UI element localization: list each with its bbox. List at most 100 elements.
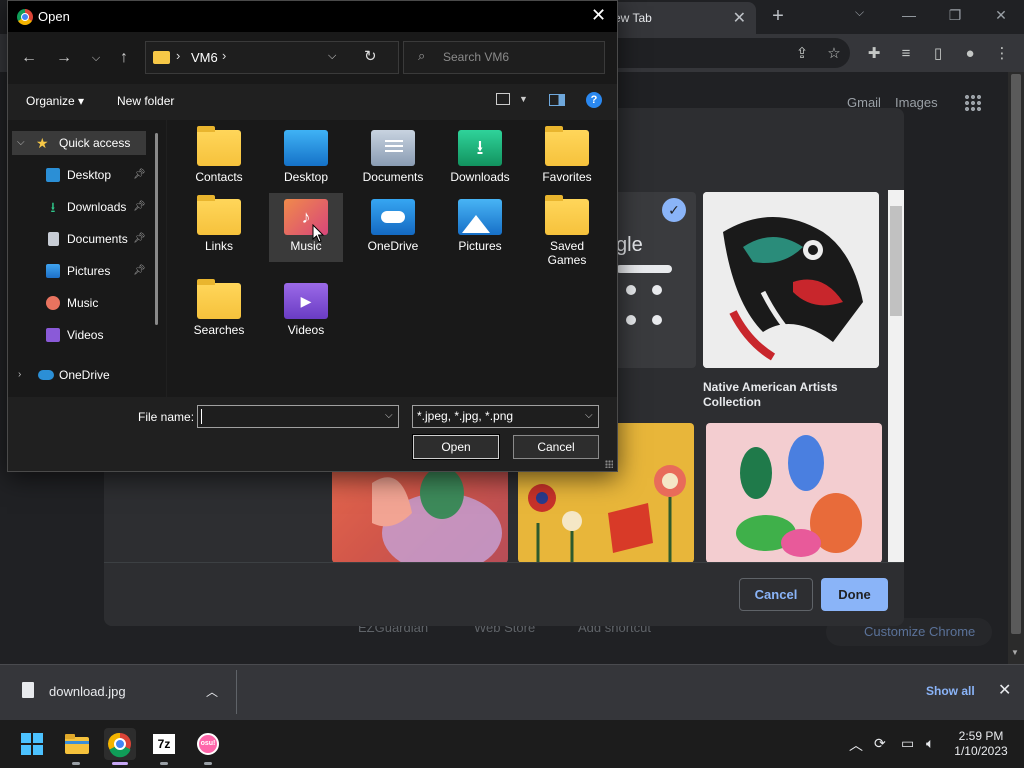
omnibox[interactable]: [600, 38, 850, 68]
apps-grid-icon[interactable]: [964, 94, 982, 112]
organize-menu[interactable]: Organize ▾: [26, 94, 84, 108]
chrome-icon[interactable]: [104, 728, 136, 760]
forward-icon[interactable]: →: [52, 48, 76, 68]
file-name-dropdown-icon[interactable]: ⌵: [385, 410, 393, 421]
side-panel-icon[interactable]: ▯: [928, 44, 948, 64]
up-icon[interactable]: ↑: [112, 48, 136, 68]
folder-icon: [153, 51, 170, 64]
app-indicator: [204, 762, 212, 765]
images-link[interactable]: Images: [895, 95, 938, 110]
sidebar-item-pictures[interactable]: Pictures: [46, 259, 146, 283]
restore-icon[interactable]: ❐: [943, 4, 967, 26]
documents-icon: [48, 232, 59, 246]
sidebar-item-label: Documents: [67, 232, 128, 246]
breadcrumb-separator-icon[interactable]: ›: [176, 48, 180, 63]
extensions-icon[interactable]: ✚: [864, 44, 884, 64]
osu-icon[interactable]: osu!: [192, 728, 224, 760]
scroll-down-icon[interactable]: ▼: [1011, 648, 1019, 657]
file-item-desktop[interactable]: Desktop: [269, 124, 343, 184]
refresh-icon[interactable]: ↻: [364, 47, 377, 65]
close-window-icon[interactable]: ✕: [989, 4, 1013, 26]
search-icon: ⌕: [418, 48, 426, 63]
address-bar[interactable]: [145, 41, 399, 74]
download-file-name[interactable]: download.jpg: [49, 684, 126, 699]
back-icon[interactable]: ←: [17, 48, 41, 68]
new-tab-icon[interactable]: +: [768, 4, 788, 28]
file-item-pictures[interactable]: Pictures: [443, 193, 517, 253]
file-name-input[interactable]: [197, 405, 399, 428]
preview-pane-icon[interactable]: [549, 94, 565, 106]
clock[interactable]: 2:59 PM 1/10/2023: [953, 729, 1009, 759]
media-icon[interactable]: ≡: [896, 44, 916, 64]
dialog-close-icon[interactable]: ✕: [591, 5, 606, 26]
view-icon[interactable]: [496, 93, 510, 105]
open-button[interactable]: Open: [412, 434, 500, 460]
file-item-videos[interactable]: ▶ Videos: [269, 277, 343, 337]
help-icon[interactable]: ?: [586, 92, 602, 108]
sidebar-item-desktop[interactable]: Desktop: [46, 163, 146, 187]
chevron-up-icon[interactable]: ︿: [206, 683, 218, 700]
art-tile-3[interactable]: [706, 423, 882, 563]
folder-icon: [545, 195, 589, 235]
menu-icon[interactable]: ⋮: [992, 44, 1012, 64]
customize-cancel-button[interactable]: Cancel: [739, 578, 813, 611]
breadcrumb-vm6[interactable]: VM6: [191, 50, 218, 65]
organize-label: Organize: [26, 94, 75, 108]
close-download-bar-icon[interactable]: ✕: [998, 680, 1011, 700]
chevron-down-icon[interactable]: ⌵: [17, 131, 25, 155]
new-folder-button[interactable]: New folder: [117, 94, 174, 108]
file-item-links[interactable]: Links: [182, 193, 256, 253]
breadcrumb-separator-icon[interactable]: ›: [222, 48, 226, 63]
file-item-favorites[interactable]: Favorites: [530, 124, 604, 184]
view-dropdown-icon[interactable]: ▼: [519, 94, 528, 104]
resize-grip-icon[interactable]: [605, 460, 613, 468]
file-item-music[interactable]: ♪ Music: [269, 193, 343, 262]
modal-scroll-thumb[interactable]: [890, 206, 902, 316]
download-icon: ⭳: [50, 199, 56, 215]
sidebar-item-quick-access[interactable]: ⌵ ★ Quick access: [12, 131, 146, 155]
file-item-contacts[interactable]: Contacts: [182, 124, 256, 184]
chevron-right-icon[interactable]: ›: [18, 363, 21, 387]
file-type-select[interactable]: *.jpeg, *.jpg, *.png: [412, 405, 599, 428]
bookmark-star-icon[interactable]: ☆: [824, 44, 844, 64]
tab-close-icon[interactable]: ✕: [733, 8, 746, 28]
file-explorer-icon[interactable]: [61, 728, 93, 760]
volume-icon[interactable]: 🔈︎: [926, 735, 934, 752]
address-dropdown-icon[interactable]: ⌵: [328, 50, 336, 63]
google-theme-tile[interactable]: gle: [612, 192, 696, 368]
minimize-icon[interactable]: —: [897, 4, 921, 26]
tab-search-icon[interactable]: ⌵: [855, 5, 864, 20]
tray-chevron-up-icon[interactable]: ︿: [849, 735, 863, 755]
file-type-dropdown-icon[interactable]: ⌵: [585, 410, 593, 421]
file-item-label: Downloads: [450, 170, 510, 184]
nav-pane-scrollbar[interactable]: [155, 133, 158, 325]
7zip-icon[interactable]: 7z: [148, 728, 180, 760]
download-bar: [0, 664, 1024, 720]
tab-new-tab[interactable]: ew Tab ✕: [600, 2, 756, 34]
sidebar-item-downloads[interactable]: ⭳ Downloads: [46, 195, 146, 219]
file-item-searches[interactable]: Searches: [182, 277, 256, 337]
sidebar-item-documents[interactable]: Documents: [46, 227, 146, 251]
share-icon[interactable]: ⇪: [792, 44, 812, 64]
file-item-documents[interactable]: Documents: [356, 124, 430, 184]
cancel-button[interactable]: Cancel: [513, 435, 599, 459]
file-item-downloads[interactable]: ⭳ Downloads: [443, 124, 517, 184]
page-scroll-thumb[interactable]: [1011, 74, 1021, 634]
show-all-link[interactable]: Show all: [926, 684, 975, 698]
sidebar-item-videos[interactable]: Videos: [46, 323, 146, 347]
network-icon[interactable]: ▭: [901, 735, 914, 752]
native-artists-tile[interactable]: [703, 192, 879, 368]
sync-icon[interactable]: ⟳: [874, 735, 886, 752]
tile-dot: [652, 285, 662, 295]
profile-icon[interactable]: ●: [960, 44, 980, 64]
start-icon[interactable]: [16, 728, 48, 760]
file-item-saved-games[interactable]: Saved Games: [530, 193, 604, 267]
sidebar-item-label: Quick access: [59, 136, 131, 150]
sidebar-item-music[interactable]: Music: [46, 291, 146, 315]
pin-icon: 📌︎: [133, 233, 146, 244]
onedrive-icon: [38, 370, 54, 380]
recent-locations-icon[interactable]: ⌵: [84, 48, 108, 68]
file-item-onedrive[interactable]: OneDrive: [356, 193, 430, 253]
sidebar-item-onedrive[interactable]: › OneDrive: [16, 363, 146, 387]
customize-done-button[interactable]: Done: [821, 578, 888, 611]
